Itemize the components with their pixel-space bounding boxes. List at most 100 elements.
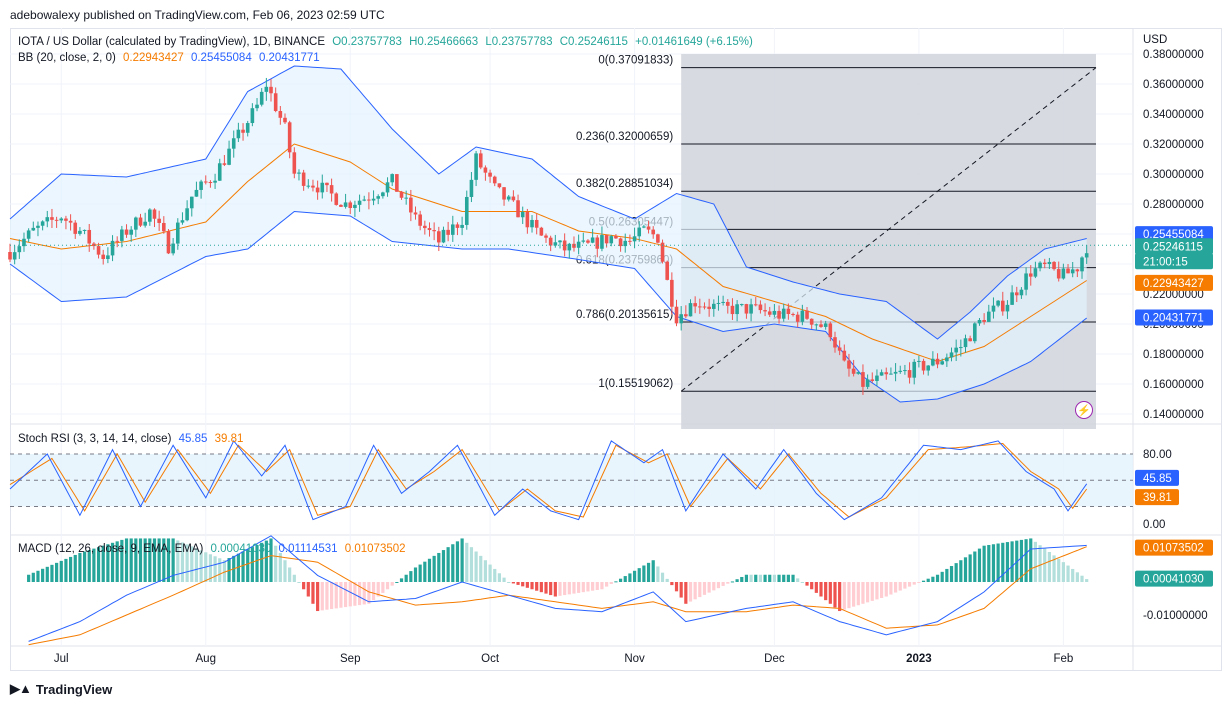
candle-body xyxy=(31,227,36,231)
candle-body xyxy=(297,172,301,174)
macd-histogram-bar xyxy=(921,580,926,582)
macd-histogram-bar xyxy=(502,577,506,582)
macd-histogram-bar xyxy=(549,582,553,596)
chart-canvas[interactable]: 0(0.37091833) 0.236(0.32000659) 0.382(0.28… xyxy=(0,0,1232,707)
macd-histogram-bar xyxy=(805,582,809,586)
macd-histogram-bar xyxy=(632,570,637,582)
candle-body xyxy=(26,230,31,239)
candle-body xyxy=(143,221,147,226)
macd-histogram-bar xyxy=(861,582,865,604)
candle-body xyxy=(903,370,907,372)
macd-histogram-bar xyxy=(1005,542,1010,582)
candle-body xyxy=(819,324,823,327)
macd-histogram-bar xyxy=(586,582,590,592)
stoch-badge: 45.85 xyxy=(1135,469,1179,486)
stoch-badge-text: 45.85 xyxy=(1143,473,1172,485)
macd-histogram-bar xyxy=(385,582,390,590)
tradingview-mark-icon: ▶▲ xyxy=(10,681,32,696)
macd-histogram-bar xyxy=(735,579,739,582)
candle-body xyxy=(646,226,651,230)
candle-body xyxy=(1084,253,1089,258)
price-tick-label: 0.36000000 xyxy=(1143,79,1204,91)
macd-histogram-bar xyxy=(935,574,940,582)
candle-body xyxy=(166,231,171,254)
candle-body xyxy=(670,279,674,307)
tradingview-logo[interactable]: ▶▲ TradingView xyxy=(10,681,112,697)
candle-body xyxy=(991,305,996,312)
candle-body xyxy=(949,352,954,358)
candle-body xyxy=(744,304,749,314)
macd-histogram-bar xyxy=(712,582,716,591)
candle-body xyxy=(82,229,87,231)
candle-body xyxy=(73,222,78,234)
macd-histogram-bar xyxy=(698,582,702,598)
candle-body xyxy=(609,236,614,244)
macd-histogram-bar xyxy=(535,582,539,591)
macd-histogram-bar xyxy=(474,551,478,582)
candle-body xyxy=(1019,289,1024,296)
stoch-badge-text: 39.81 xyxy=(1143,492,1172,504)
candle-body xyxy=(1075,269,1080,272)
candle-body xyxy=(283,117,287,123)
macd-histogram-bar xyxy=(427,558,432,582)
macd-histogram-bar xyxy=(786,574,790,582)
main-legend[interactable]: IOTA / US Dollar (calculated by TradingV… xyxy=(18,36,753,48)
macd-histogram-bar xyxy=(316,582,320,612)
candle-body xyxy=(273,93,278,112)
macd-histogram-bar xyxy=(898,582,902,591)
candle-body xyxy=(213,180,217,183)
candle-body xyxy=(800,310,805,322)
candle-body xyxy=(325,182,329,186)
time-tick-label: Sep xyxy=(340,653,360,665)
macd-legend[interactable]: MACD (12, 26, close, 9, EMA, EMA) 0.0004… xyxy=(18,543,406,555)
price-tick-label: 0.32000000 xyxy=(1143,139,1204,151)
time-tick-label: Dec xyxy=(764,653,785,665)
macd-histogram-bar xyxy=(754,574,758,582)
candle-body xyxy=(898,370,903,372)
alert-flash-icon[interactable]: ⚡ xyxy=(1075,401,1093,419)
candle-body xyxy=(986,311,991,322)
candle-body xyxy=(8,252,12,260)
macd-histogram-bar xyxy=(418,564,422,582)
candle-body xyxy=(241,129,245,133)
macd-histogram-bar xyxy=(371,582,376,601)
time-tick-label: Feb xyxy=(1053,653,1073,665)
candle-body xyxy=(856,372,861,374)
macd-histogram-bar xyxy=(642,565,646,582)
macd-histogram-bar xyxy=(595,582,599,590)
candle-body xyxy=(702,306,707,308)
macd-histogram-bar xyxy=(530,582,534,590)
open-value: O0.23757783 xyxy=(332,36,402,48)
macd-histogram-bar xyxy=(553,582,557,597)
stoch-legend[interactable]: Stoch RSI (3, 3, 14, 14, close) 45.85 39… xyxy=(18,433,243,445)
candle-body xyxy=(739,304,744,306)
candle-body xyxy=(945,357,949,362)
macd-histogram-bar xyxy=(306,582,310,597)
macd-histogram-bar xyxy=(949,566,954,582)
macd-histogram-bar xyxy=(507,582,511,583)
candle-body xyxy=(707,306,711,309)
stoch-k-value: 45.85 xyxy=(178,433,208,445)
macd-histogram-bar xyxy=(68,556,73,582)
candle-body xyxy=(334,193,339,205)
macd-histogram-bar xyxy=(833,582,837,608)
macd-histogram-bar xyxy=(721,582,725,586)
macd-histogram-bar xyxy=(59,560,63,582)
macd-histogram-bar xyxy=(36,570,40,582)
candle-body xyxy=(651,229,656,235)
macd-histogram-bar xyxy=(64,558,68,582)
macd-histogram-bar xyxy=(646,562,651,582)
price-badge-text: 0.25246115 xyxy=(1143,241,1203,253)
candle-body xyxy=(809,318,814,325)
candle-body xyxy=(1042,262,1047,265)
time-tick-label: Jul xyxy=(54,653,69,665)
candle-body xyxy=(1014,292,1019,296)
candle-body xyxy=(157,218,161,223)
candle-body xyxy=(861,372,865,387)
macd-line-value: 0.01114531 xyxy=(278,543,338,555)
macd-histogram-bar xyxy=(856,582,860,606)
macd-histogram-bar xyxy=(758,574,763,582)
bb-legend[interactable]: BB (20, close, 2, 0) 0.22943427 0.254550… xyxy=(18,52,320,64)
macd-histogram-bar xyxy=(409,571,413,582)
candle-body xyxy=(539,227,544,236)
